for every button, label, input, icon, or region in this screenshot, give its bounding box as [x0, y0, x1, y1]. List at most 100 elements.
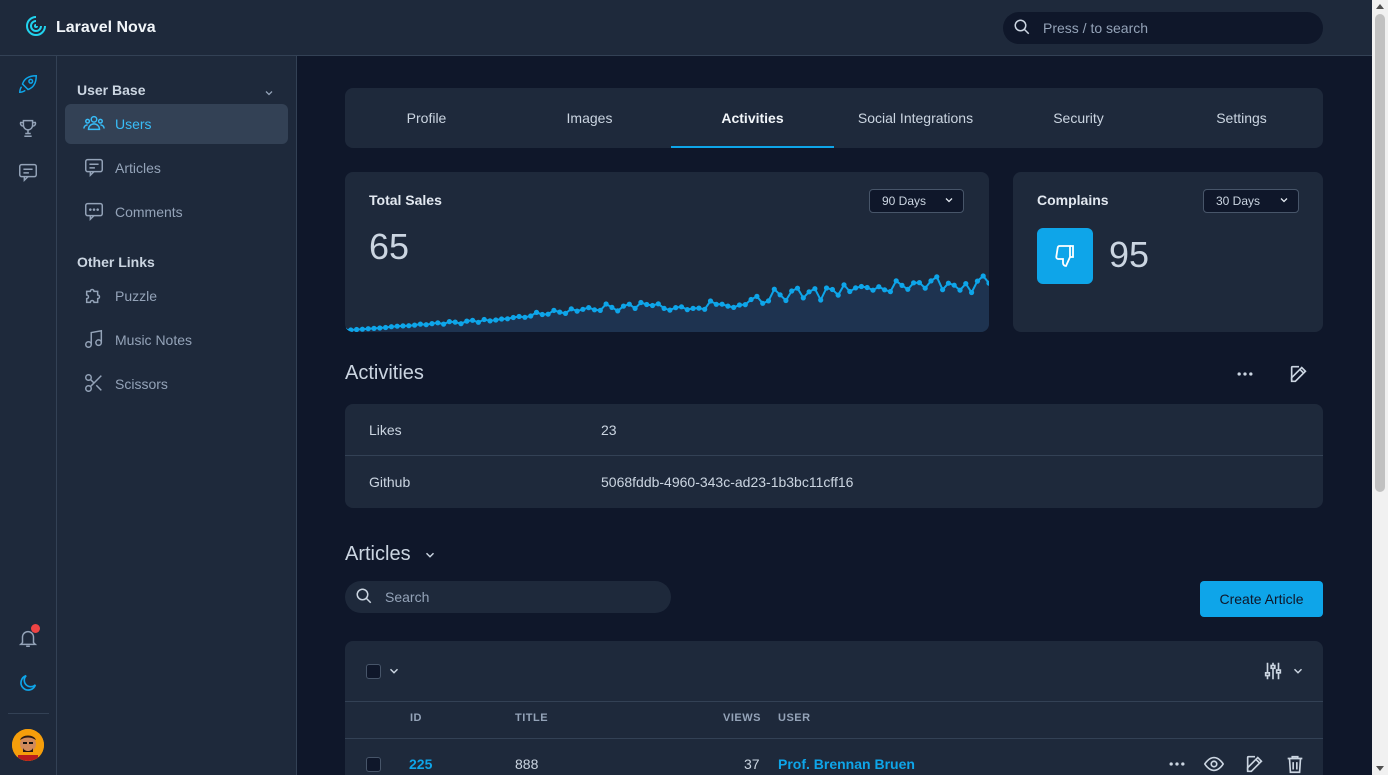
- rocket-icon[interactable]: [16, 72, 40, 96]
- rail-divider: [8, 713, 49, 714]
- trash-icon[interactable]: [1284, 753, 1306, 775]
- sales-range-select[interactable]: 90 Days: [869, 189, 964, 213]
- filter-icon[interactable]: [1262, 660, 1284, 685]
- edit-icon[interactable]: [1288, 363, 1310, 388]
- more-actions-icon[interactable]: [1235, 364, 1255, 387]
- chart-point: [835, 292, 841, 298]
- edit-icon[interactable]: [1244, 753, 1266, 775]
- column-header-views[interactable]: VIEWS: [723, 712, 761, 724]
- sidebar-item-scissors[interactable]: Scissors: [65, 364, 288, 404]
- view-icon[interactable]: [1203, 753, 1225, 775]
- chart-point: [359, 326, 365, 332]
- chart-point: [470, 317, 476, 323]
- scrollbar-thumb[interactable]: [1375, 14, 1385, 492]
- column-header-user[interactable]: USER: [778, 712, 811, 724]
- chart-point: [800, 295, 806, 301]
- chart-point: [922, 285, 928, 291]
- chevron-down-icon[interactable]: [1291, 664, 1305, 681]
- detail-row-github: Github 5068fddb-4960-343c-ad23-1b3bc11cf…: [345, 456, 1323, 508]
- chart-point: [406, 323, 412, 329]
- chart-point: [940, 287, 946, 293]
- chevron-down-icon[interactable]: [263, 86, 275, 102]
- section-title-user-base[interactable]: User Base: [77, 82, 146, 98]
- chart-point: [417, 321, 423, 327]
- sidebar-item-label: Users: [115, 116, 152, 132]
- scroll-up-arrow[interactable]: [1376, 4, 1384, 9]
- chart-point: [858, 283, 865, 290]
- tab-activities[interactable]: Activities: [671, 88, 834, 148]
- chart-point: [516, 313, 522, 320]
- sales-trend-chart: [345, 273, 989, 332]
- chevron-down-icon[interactable]: [423, 548, 437, 565]
- chat-icon[interactable]: [16, 160, 40, 184]
- articles-table: [345, 641, 1323, 775]
- range-value: 30 Days: [1216, 194, 1261, 208]
- row-user-link[interactable]: Prof. Brennan Bruen: [778, 756, 915, 772]
- tab-images[interactable]: Images: [508, 88, 671, 148]
- chart-point: [893, 278, 899, 284]
- sidebar-item-articles[interactable]: Articles: [65, 148, 288, 188]
- chart-point: [539, 311, 545, 318]
- chart-point: [765, 298, 772, 304]
- select-all-checkbox[interactable]: [366, 664, 381, 679]
- chart-point: [481, 316, 487, 323]
- metric-value: 95: [1109, 234, 1150, 275]
- page-scrollbar[interactable]: [1372, 0, 1388, 775]
- scroll-down-arrow[interactable]: [1376, 766, 1384, 771]
- chart-point: [423, 322, 429, 328]
- chart-point: [638, 299, 644, 306]
- chart-point: [545, 311, 551, 317]
- chart-point: [383, 324, 389, 331]
- chart-point: [348, 327, 354, 332]
- articles-search-input[interactable]: Search: [345, 581, 671, 613]
- tab-settings[interactable]: Settings: [1160, 88, 1323, 148]
- chart-point: [812, 286, 818, 292]
- chart-point: [597, 307, 603, 313]
- row-checkbox[interactable]: [366, 757, 381, 772]
- chevron-down-icon: [1278, 194, 1290, 209]
- chart-point: [911, 280, 917, 286]
- complains-card: Complains 30 Days 95: [1013, 172, 1323, 332]
- chart-point: [499, 316, 505, 322]
- sidebar-item-label: Puzzle: [115, 288, 158, 304]
- column-header-id[interactable]: ID: [410, 712, 422, 724]
- chart-point: [371, 325, 377, 331]
- chart-point: [969, 289, 975, 296]
- global-search[interactable]: Press / to search: [1003, 12, 1323, 44]
- sidebar: User Base Users Articles Comments Other …: [57, 56, 297, 775]
- tab-social-integrations[interactable]: Social Integrations: [834, 88, 997, 148]
- chart-point: [864, 284, 870, 291]
- complains-range-select[interactable]: 30 Days: [1203, 189, 1299, 213]
- chart-point: [551, 307, 557, 313]
- tab-security[interactable]: Security: [997, 88, 1160, 148]
- articles-heading[interactable]: Articles: [345, 543, 411, 566]
- chart-point: [487, 318, 493, 324]
- avatar[interactable]: [12, 729, 44, 761]
- sidebar-item-puzzle[interactable]: Puzzle: [65, 276, 288, 316]
- tab-profile[interactable]: Profile: [345, 88, 508, 148]
- trophy-icon[interactable]: [16, 116, 40, 140]
- brand[interactable]: Laravel Nova: [24, 14, 156, 41]
- chart-point: [394, 323, 400, 329]
- chart-point: [533, 309, 540, 315]
- more-actions-icon[interactable]: [1167, 754, 1187, 775]
- chart-point: [568, 306, 574, 312]
- create-article-button[interactable]: Create Article: [1200, 581, 1323, 617]
- chart-point: [464, 318, 470, 324]
- detail-value: 23: [601, 421, 617, 438]
- chart-point: [580, 306, 586, 312]
- chart-point: [876, 284, 882, 290]
- chart-point: [771, 286, 777, 292]
- column-header-title[interactable]: TITLE: [515, 712, 548, 724]
- sidebar-item-comments[interactable]: Comments: [65, 192, 288, 232]
- chart-point: [829, 286, 835, 293]
- moon-icon[interactable]: [16, 671, 40, 695]
- chart-point: [661, 305, 667, 311]
- chart-point: [719, 301, 725, 307]
- chevron-down-icon[interactable]: [387, 664, 401, 681]
- sidebar-item-users[interactable]: Users: [65, 104, 288, 144]
- row-id-link[interactable]: 225: [409, 756, 432, 772]
- sidebar-item-music-notes[interactable]: Music Notes: [65, 320, 288, 360]
- sidebar-item-label: Comments: [115, 204, 183, 220]
- chart-point: [388, 324, 394, 330]
